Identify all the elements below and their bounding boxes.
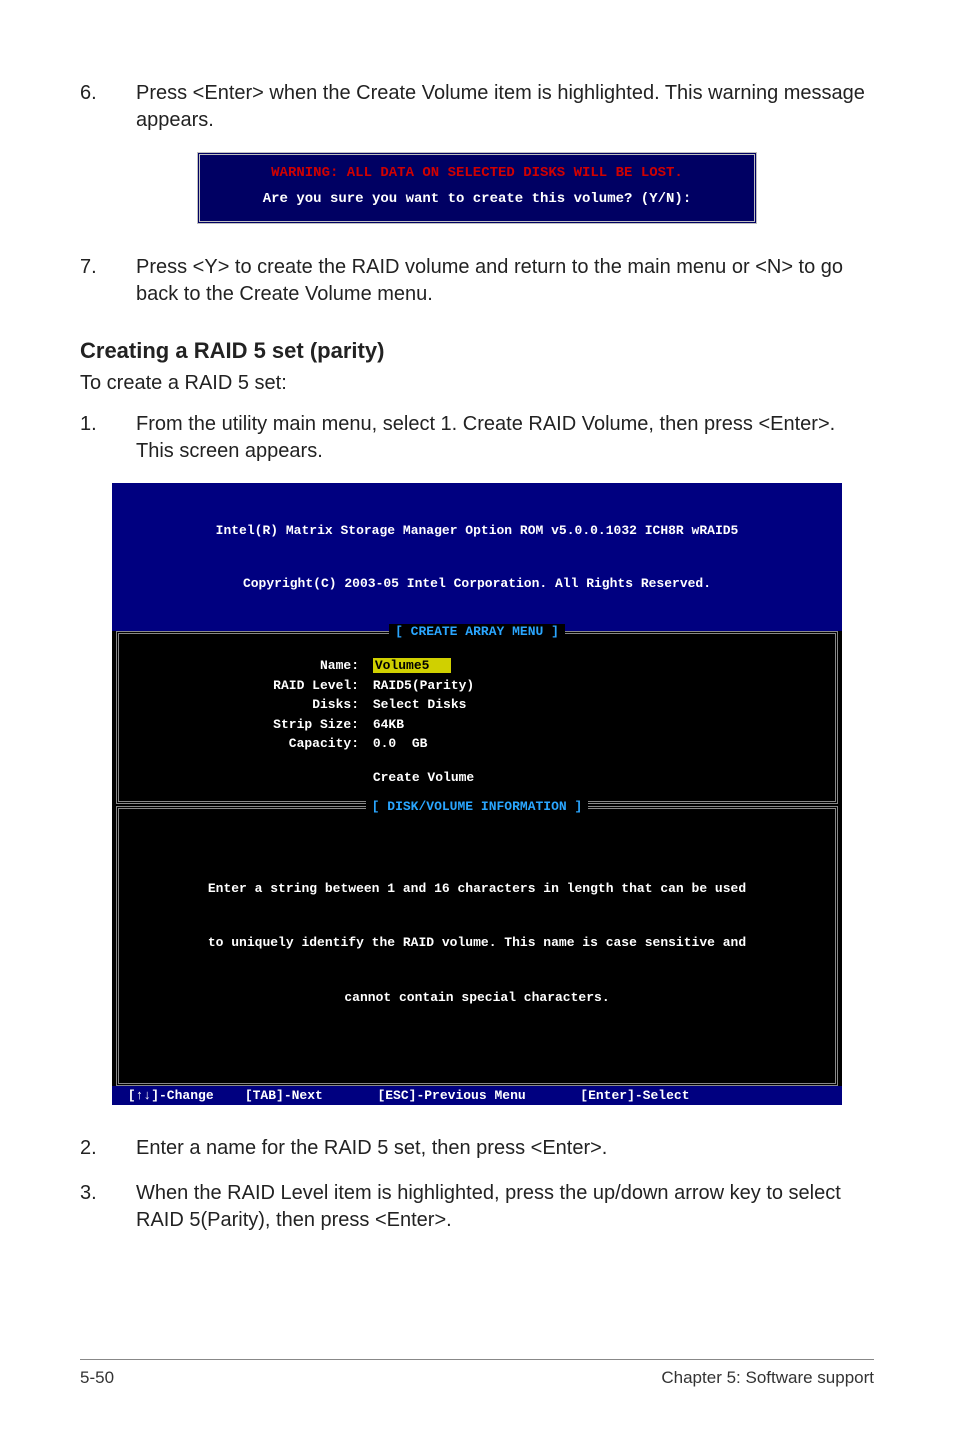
field-strip-size: Strip Size: 64KB xyxy=(149,715,805,735)
step-3: 3. When the RAID Level item is highlight… xyxy=(80,1180,874,1234)
bios-body: [ CREATE ARRAY MENU ] Name: Volume5 RAID… xyxy=(112,631,842,1086)
bios-header-line2: Copyright(C) 2003-05 Intel Corporation. … xyxy=(118,575,836,593)
warning-dialog: WARNING: ALL DATA ON SELECTED DISKS WILL… xyxy=(197,152,757,224)
warning-title: WARNING: ALL DATA ON SELECTED DISKS WILL… xyxy=(214,165,740,181)
name-input[interactable]: Volume5 xyxy=(373,658,452,673)
step-6: 6. Press <Enter> when the Create Volume … xyxy=(80,80,874,134)
step-number: 1. xyxy=(80,411,136,465)
create-array-panel: [ CREATE ARRAY MENU ] Name: Volume5 RAID… xyxy=(116,631,838,804)
section-heading: Creating a RAID 5 set (parity) xyxy=(80,338,874,364)
bios-header: Intel(R) Matrix Storage Manager Option R… xyxy=(112,483,842,631)
step-number: 3. xyxy=(80,1180,136,1234)
strip-size-value[interactable]: 64KB xyxy=(373,717,404,732)
bios-header-line1: Intel(R) Matrix Storage Manager Option R… xyxy=(118,522,836,540)
step-7: 7. Press <Y> to create the RAID volume a… xyxy=(80,254,874,308)
step-text: Enter a name for the RAID 5 set, then pr… xyxy=(136,1135,874,1162)
step-number: 2. xyxy=(80,1135,136,1162)
step-number: 6. xyxy=(80,80,136,134)
bios-screenshot: Intel(R) Matrix Storage Manager Option R… xyxy=(112,483,842,1105)
step-2: 2. Enter a name for the RAID 5 set, then… xyxy=(80,1135,874,1162)
step-number: 7. xyxy=(80,254,136,308)
disk-info-panel: [ DISK/VOLUME INFORMATION ] Enter a stri… xyxy=(116,806,838,1086)
help-line-2: to uniquely identify the RAID volume. Th… xyxy=(149,934,805,952)
warning-dialog-wrap: WARNING: ALL DATA ON SELECTED DISKS WILL… xyxy=(80,152,874,224)
step-text: Press <Enter> when the Create Volume ite… xyxy=(136,80,874,134)
step-1: 1. From the utility main menu, select 1.… xyxy=(80,411,874,465)
step-text: From the utility main menu, select 1. Cr… xyxy=(136,411,874,465)
section-subtext: To create a RAID 5 set: xyxy=(80,372,874,395)
field-capacity: Capacity: 0.0 GB xyxy=(149,734,805,754)
field-name: Name: Volume5 xyxy=(149,656,805,676)
page-footer: 5-50 Chapter 5: Software support xyxy=(80,1359,874,1388)
disks-value[interactable]: Select Disks xyxy=(373,697,467,712)
step-text: Press <Y> to create the RAID volume and … xyxy=(136,254,874,308)
field-disks: Disks: Select Disks xyxy=(149,695,805,715)
disk-info-caption: [ DISK/VOLUME INFORMATION ] xyxy=(119,799,835,814)
raid-level-value[interactable]: RAID5(Parity) xyxy=(373,678,474,693)
create-volume-action[interactable]: Create Volume xyxy=(149,768,805,788)
create-array-inner: Name: Volume5 RAID Level: RAID5(Parity) … xyxy=(119,638,835,801)
page: 6. Press <Enter> when the Create Volume … xyxy=(0,0,954,1438)
step-text: When the RAID Level item is highlighted,… xyxy=(136,1180,874,1234)
field-raid-level: RAID Level: RAID5(Parity) xyxy=(149,676,805,696)
capacity-value[interactable]: 0.0 GB xyxy=(373,736,428,751)
page-number: 5-50 xyxy=(80,1368,114,1388)
help-line-1: Enter a string between 1 and 16 characte… xyxy=(149,880,805,898)
warning-prompt: Are you sure you want to create this vol… xyxy=(214,191,740,207)
create-array-caption: [ CREATE ARRAY MENU ] xyxy=(119,624,835,639)
help-text: Enter a string between 1 and 16 characte… xyxy=(119,813,835,1083)
help-line-3: cannot contain special characters. xyxy=(149,989,805,1007)
chapter-label: Chapter 5: Software support xyxy=(661,1368,874,1388)
bios-footer: [↑↓]-Change [TAB]-Next [ESC]-Previous Me… xyxy=(112,1086,842,1105)
